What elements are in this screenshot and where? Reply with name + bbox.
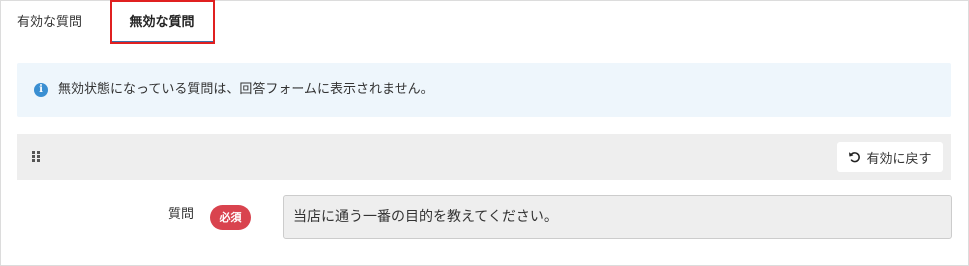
restore-button-label: 有効に戻す — [866, 151, 932, 167]
required-badge: 必須 — [210, 205, 251, 230]
question-card-header: 有効に戻す — [17, 134, 951, 180]
tab-inactive-questions-label: 無効な質問 — [129, 15, 195, 30]
info-alert: i 無効状態になっている質問は、回答フォームに表示されません。 — [17, 63, 951, 117]
info-alert-text: 無効状態になっている質問は、回答フォームに表示されません。 — [58, 82, 434, 97]
drag-handle-icon[interactable] — [32, 151, 42, 163]
question-label: 質問 — [168, 207, 195, 222]
tab-active-questions[interactable]: 有効な質問 — [17, 0, 82, 44]
question-text-field[interactable]: 当店に通う一番の目的を教えてください。 — [283, 195, 952, 239]
info-icon: i — [34, 83, 48, 97]
restore-button[interactable]: 有効に戻す — [837, 142, 943, 172]
tab-inactive-questions[interactable]: 無効な質問 — [110, 0, 214, 44]
undo-icon — [849, 152, 861, 163]
active-tab-underline — [110, 41, 214, 44]
question-tabs: 有効な質問 無効な質問 — [0, 0, 969, 46]
